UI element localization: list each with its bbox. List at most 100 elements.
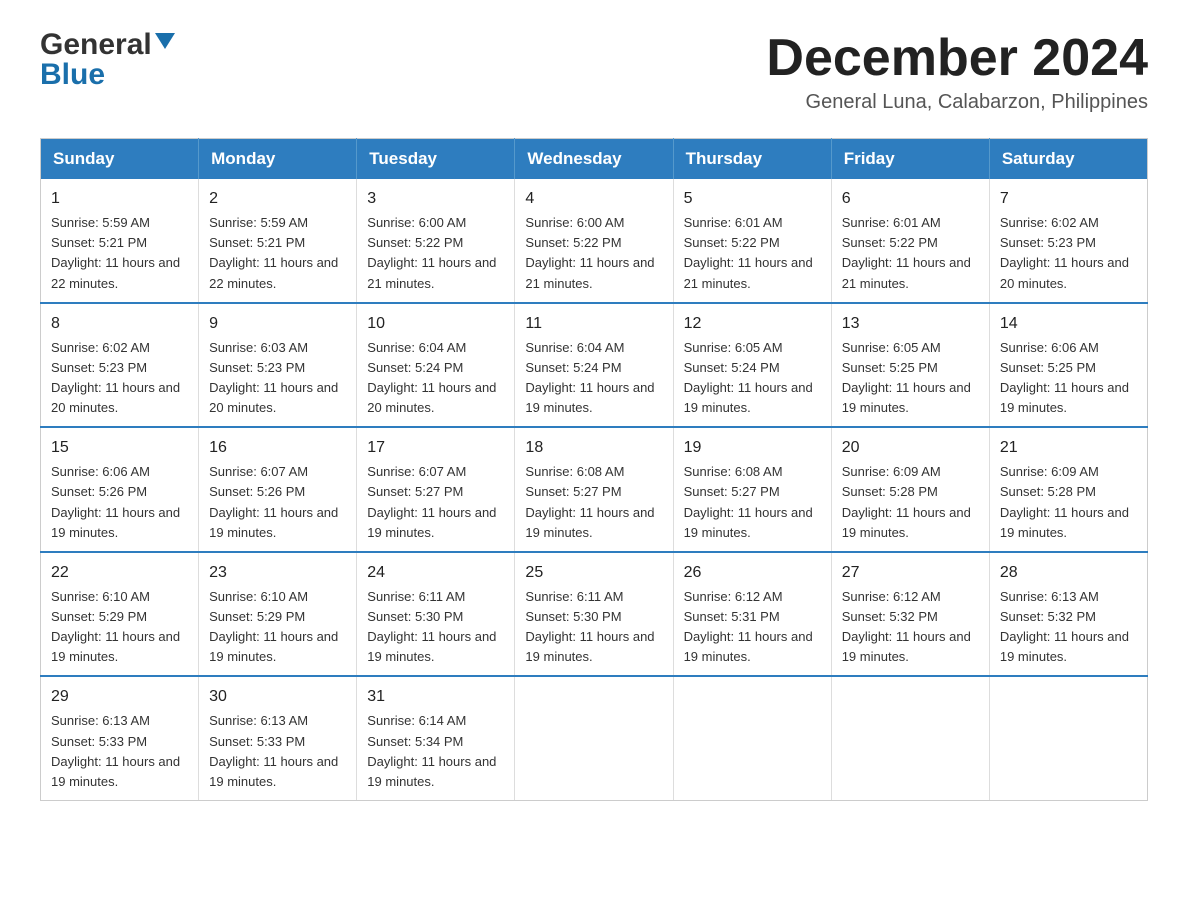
- day-number: 7: [1000, 187, 1137, 211]
- day-info: Sunrise: 6:12 AMSunset: 5:31 PMDaylight:…: [684, 589, 813, 664]
- calendar-cell: 23Sunrise: 6:10 AMSunset: 5:29 PMDayligh…: [199, 552, 357, 677]
- logo-triangle-icon: [155, 33, 175, 49]
- day-number: 25: [525, 561, 662, 585]
- calendar-cell: 31 Sunrise: 6:14 AMSunset: 5:34 PMDayligh…: [357, 676, 515, 800]
- day-info: Sunrise: 6:14 AMSunset: 5:34 PMDaylight:…: [367, 713, 496, 788]
- calendar-header-row: SundayMondayTuesdayWednesdayThursdayFrid…: [41, 139, 1148, 180]
- calendar-cell: 12 Sunrise: 6:05 AMSunset: 5:24 PMDayligh…: [673, 303, 831, 428]
- day-info: Sunrise: 6:11 AMSunset: 5:30 PMDaylight:…: [367, 589, 496, 664]
- day-info: Sunrise: 6:04 AMSunset: 5:24 PMDaylight:…: [525, 340, 654, 415]
- day-info: Sunrise: 6:02 AMSunset: 5:23 PMDaylight:…: [51, 340, 180, 415]
- calendar-cell: 6Sunrise: 6:01 AMSunset: 5:22 PMDaylight…: [831, 179, 989, 303]
- day-number: 4: [525, 187, 662, 211]
- calendar-cell: 1Sunrise: 5:59 AMSunset: 5:21 PMDaylight…: [41, 179, 199, 303]
- day-info: Sunrise: 6:13 AMSunset: 5:33 PMDaylight:…: [209, 713, 338, 788]
- day-info: Sunrise: 6:12 AMSunset: 5:32 PMDaylight:…: [842, 589, 971, 664]
- calendar-cell: 22Sunrise: 6:10 AMSunset: 5:29 PMDayligh…: [41, 552, 199, 677]
- day-info: Sunrise: 6:11 AMSunset: 5:30 PMDaylight:…: [525, 589, 654, 664]
- calendar-cell: 7 Sunrise: 6:02 AMSunset: 5:23 PMDaylight…: [989, 179, 1147, 303]
- calendar-cell: 16Sunrise: 6:07 AMSunset: 5:26 PMDayligh…: [199, 427, 357, 552]
- logo: General Blue: [40, 30, 175, 90]
- day-info: Sunrise: 5:59 AMSunset: 5:21 PMDaylight:…: [209, 215, 338, 290]
- day-number: 11: [525, 312, 662, 336]
- day-number: 16: [209, 436, 346, 460]
- day-number: 30: [209, 685, 346, 709]
- calendar-week-row: 22Sunrise: 6:10 AMSunset: 5:29 PMDayligh…: [41, 552, 1148, 677]
- day-info: Sunrise: 6:00 AMSunset: 5:22 PMDaylight:…: [367, 215, 496, 290]
- location-subtitle: General Luna, Calabarzon, Philippines: [766, 91, 1148, 114]
- calendar-cell: 20 Sunrise: 6:09 AMSunset: 5:28 PMDayligh…: [831, 427, 989, 552]
- calendar-cell: [515, 676, 673, 800]
- page-header: General Blue December 2024 General Luna,…: [40, 30, 1148, 114]
- calendar-cell: 25 Sunrise: 6:11 AMSunset: 5:30 PMDayligh…: [515, 552, 673, 677]
- calendar-cell: 5 Sunrise: 6:01 AMSunset: 5:22 PMDaylight…: [673, 179, 831, 303]
- day-number: 15: [51, 436, 188, 460]
- day-number: 13: [842, 312, 979, 336]
- calendar-cell: 19 Sunrise: 6:08 AMSunset: 5:27 PMDayligh…: [673, 427, 831, 552]
- calendar-cell: 18 Sunrise: 6:08 AMSunset: 5:27 PMDayligh…: [515, 427, 673, 552]
- calendar-cell: 14 Sunrise: 6:06 AMSunset: 5:25 PMDayligh…: [989, 303, 1147, 428]
- day-number: 18: [525, 436, 662, 460]
- day-info: Sunrise: 6:09 AMSunset: 5:28 PMDaylight:…: [842, 464, 971, 539]
- calendar-cell: 10 Sunrise: 6:04 AMSunset: 5:24 PMDayligh…: [357, 303, 515, 428]
- day-number: 31: [367, 685, 504, 709]
- calendar-cell: 24Sunrise: 6:11 AMSunset: 5:30 PMDayligh…: [357, 552, 515, 677]
- calendar-cell: 29Sunrise: 6:13 AMSunset: 5:33 PMDayligh…: [41, 676, 199, 800]
- day-info: Sunrise: 6:10 AMSunset: 5:29 PMDaylight:…: [209, 589, 338, 664]
- calendar-cell: 26Sunrise: 6:12 AMSunset: 5:31 PMDayligh…: [673, 552, 831, 677]
- day-info: Sunrise: 6:05 AMSunset: 5:24 PMDaylight:…: [684, 340, 813, 415]
- day-number: 19: [684, 436, 821, 460]
- day-info: Sunrise: 6:05 AMSunset: 5:25 PMDaylight:…: [842, 340, 971, 415]
- calendar-cell: 9 Sunrise: 6:03 AMSunset: 5:23 PMDaylight…: [199, 303, 357, 428]
- calendar-cell: [989, 676, 1147, 800]
- header-day-tuesday: Tuesday: [357, 139, 515, 180]
- header-day-sunday: Sunday: [41, 139, 199, 180]
- day-number: 10: [367, 312, 504, 336]
- month-title: December 2024: [766, 30, 1148, 87]
- day-number: 14: [1000, 312, 1137, 336]
- calendar-cell: 4 Sunrise: 6:00 AMSunset: 5:22 PMDaylight…: [515, 179, 673, 303]
- day-info: Sunrise: 6:02 AMSunset: 5:23 PMDaylight:…: [1000, 215, 1129, 290]
- day-info: Sunrise: 5:59 AMSunset: 5:21 PMDaylight:…: [51, 215, 180, 290]
- header-day-wednesday: Wednesday: [515, 139, 673, 180]
- calendar-week-row: 29Sunrise: 6:13 AMSunset: 5:33 PMDayligh…: [41, 676, 1148, 800]
- day-number: 20: [842, 436, 979, 460]
- day-info: Sunrise: 6:00 AMSunset: 5:22 PMDaylight:…: [525, 215, 654, 290]
- day-info: Sunrise: 6:08 AMSunset: 5:27 PMDaylight:…: [525, 464, 654, 539]
- day-info: Sunrise: 6:04 AMSunset: 5:24 PMDaylight:…: [367, 340, 496, 415]
- day-info: Sunrise: 6:13 AMSunset: 5:33 PMDaylight:…: [51, 713, 180, 788]
- day-number: 21: [1000, 436, 1137, 460]
- logo-blue-text: Blue: [40, 60, 105, 90]
- day-number: 17: [367, 436, 504, 460]
- calendar-cell: [831, 676, 989, 800]
- day-info: Sunrise: 6:13 AMSunset: 5:32 PMDaylight:…: [1000, 589, 1129, 664]
- day-number: 3: [367, 187, 504, 211]
- header-day-monday: Monday: [199, 139, 357, 180]
- day-number: 8: [51, 312, 188, 336]
- calendar-cell: 13 Sunrise: 6:05 AMSunset: 5:25 PMDayligh…: [831, 303, 989, 428]
- calendar-cell: 28 Sunrise: 6:13 AMSunset: 5:32 PMDayligh…: [989, 552, 1147, 677]
- day-info: Sunrise: 6:07 AMSunset: 5:27 PMDaylight:…: [367, 464, 496, 539]
- day-number: 6: [842, 187, 979, 211]
- day-info: Sunrise: 6:01 AMSunset: 5:22 PMDaylight:…: [684, 215, 813, 290]
- day-number: 12: [684, 312, 821, 336]
- header-day-thursday: Thursday: [673, 139, 831, 180]
- calendar-cell: 21Sunrise: 6:09 AMSunset: 5:28 PMDayligh…: [989, 427, 1147, 552]
- calendar-cell: 15 Sunrise: 6:06 AMSunset: 5:26 PMDayligh…: [41, 427, 199, 552]
- day-number: 9: [209, 312, 346, 336]
- calendar-week-row: 8 Sunrise: 6:02 AMSunset: 5:23 PMDaylight…: [41, 303, 1148, 428]
- calendar-cell: [673, 676, 831, 800]
- calendar-cell: 27Sunrise: 6:12 AMSunset: 5:32 PMDayligh…: [831, 552, 989, 677]
- header-day-friday: Friday: [831, 139, 989, 180]
- logo-general-text: General: [40, 30, 152, 60]
- header-day-saturday: Saturday: [989, 139, 1147, 180]
- calendar-week-row: 1Sunrise: 5:59 AMSunset: 5:21 PMDaylight…: [41, 179, 1148, 303]
- calendar-cell: 3 Sunrise: 6:00 AMSunset: 5:22 PMDaylight…: [357, 179, 515, 303]
- calendar-cell: 30 Sunrise: 6:13 AMSunset: 5:33 PMDayligh…: [199, 676, 357, 800]
- day-info: Sunrise: 6:08 AMSunset: 5:27 PMDaylight:…: [684, 464, 813, 539]
- day-info: Sunrise: 6:06 AMSunset: 5:25 PMDaylight:…: [1000, 340, 1129, 415]
- day-info: Sunrise: 6:06 AMSunset: 5:26 PMDaylight:…: [51, 464, 180, 539]
- day-number: 28: [1000, 561, 1137, 585]
- day-info: Sunrise: 6:03 AMSunset: 5:23 PMDaylight:…: [209, 340, 338, 415]
- day-number: 5: [684, 187, 821, 211]
